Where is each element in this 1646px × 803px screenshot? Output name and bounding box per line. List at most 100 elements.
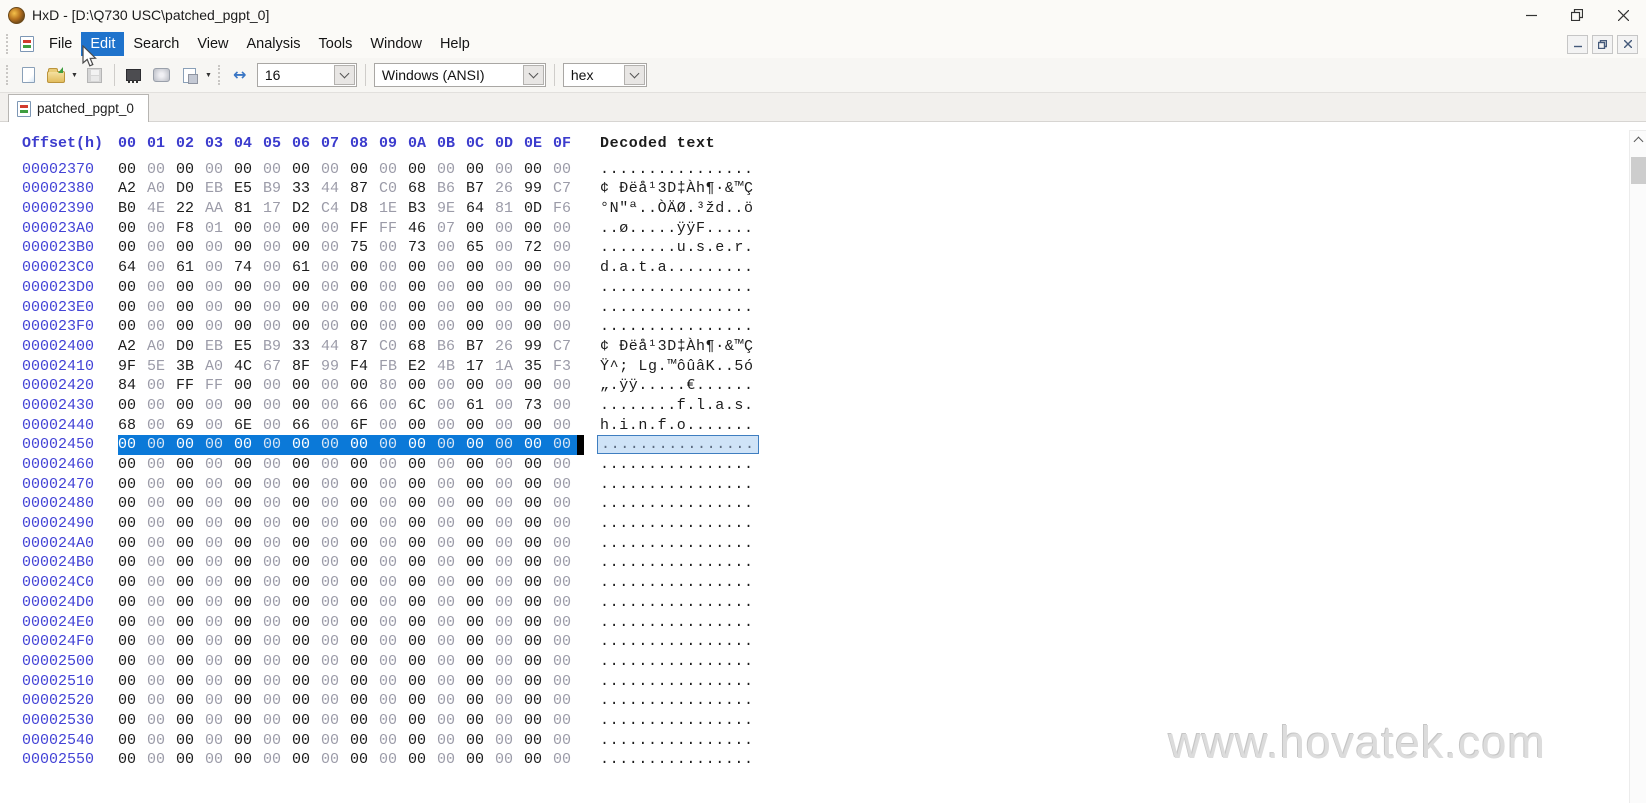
hex-byte[interactable]: 00 bbox=[524, 298, 553, 318]
decoded-text[interactable]: °N"ª..ÒÄØ.³žd..ö bbox=[600, 199, 754, 219]
chevron-down-icon[interactable] bbox=[333, 65, 355, 85]
hex-byte[interactable]: 00 bbox=[466, 219, 495, 239]
decoded-text[interactable]: ................ bbox=[600, 593, 754, 613]
hex-byte[interactable]: 00 bbox=[118, 711, 147, 731]
hex-byte[interactable]: 00 bbox=[524, 711, 553, 731]
hex-byte[interactable]: 00 bbox=[321, 298, 350, 318]
decoded-text[interactable]: ................ bbox=[600, 750, 754, 770]
hex-byte[interactable]: 00 bbox=[118, 317, 147, 337]
hex-byte[interactable]: 00 bbox=[524, 553, 553, 573]
hex-byte[interactable]: 00 bbox=[379, 160, 408, 180]
hex-byte[interactable]: 00 bbox=[495, 750, 524, 770]
hex-byte[interactable]: 65 bbox=[466, 238, 495, 258]
hex-byte[interactable]: 00 bbox=[466, 672, 495, 692]
hex-byte[interactable]: 00 bbox=[466, 258, 495, 278]
hex-byte[interactable]: 00 bbox=[524, 475, 553, 495]
hex-byte[interactable]: 00 bbox=[263, 632, 292, 652]
hex-byte[interactable]: 00 bbox=[466, 317, 495, 337]
hex-byte[interactable]: 00 bbox=[408, 376, 437, 396]
hex-byte[interactable]: 1A bbox=[495, 357, 524, 377]
hex-byte[interactable]: 00 bbox=[350, 711, 379, 731]
hex-byte[interactable]: 00 bbox=[379, 317, 408, 337]
hex-bytes[interactable]: 00 00 00 00 00 00 00 00 00 00 00 00 00 00 00 00 bbox=[118, 691, 584, 711]
hex-byte[interactable]: 00 bbox=[176, 317, 205, 337]
hex-bytes[interactable]: 00 00 00 00 00 00 00 00 00 00 00 00 00 00 00 00 bbox=[118, 672, 584, 692]
hex-byte[interactable]: 00 bbox=[466, 160, 495, 180]
hex-byte[interactable]: 00 bbox=[350, 317, 379, 337]
hex-byte[interactable]: 68 bbox=[408, 179, 437, 199]
hex-byte[interactable]: 00 bbox=[234, 238, 263, 258]
hex-byte[interactable]: 00 bbox=[466, 553, 495, 573]
hex-byte[interactable]: 00 bbox=[118, 652, 147, 672]
hex-byte[interactable]: 00 bbox=[263, 298, 292, 318]
hex-byte[interactable]: 00 bbox=[292, 672, 321, 692]
hex-byte[interactable]: 00 bbox=[118, 494, 147, 514]
hex-bytes[interactable]: 9F 5E 3B A0 4C 67 8F 99 F4 FB E2 4B 17 1A 35 F3 bbox=[118, 357, 584, 377]
hex-byte[interactable]: 00 bbox=[118, 593, 147, 613]
hex-byte[interactable]: 00 bbox=[466, 514, 495, 534]
hex-byte[interactable]: 00 bbox=[321, 494, 350, 514]
hex-byte[interactable]: 00 bbox=[234, 278, 263, 298]
hex-byte[interactable]: 00 bbox=[408, 750, 437, 770]
hex-byte[interactable]: 99 bbox=[321, 357, 350, 377]
hex-byte[interactable]: B6 bbox=[437, 179, 466, 199]
hex-byte[interactable]: 00 bbox=[437, 553, 466, 573]
hex-byte[interactable]: 00 bbox=[176, 613, 205, 633]
hex-byte[interactable]: 72 bbox=[524, 238, 553, 258]
hex-byte[interactable]: 00 bbox=[437, 573, 466, 593]
open-ram-button[interactable] bbox=[122, 62, 146, 88]
hex-byte[interactable]: 00 bbox=[553, 514, 582, 534]
hex-byte[interactable]: 00 bbox=[263, 435, 292, 455]
hex-byte[interactable]: 00 bbox=[408, 593, 437, 613]
hex-byte[interactable]: 00 bbox=[118, 750, 147, 770]
disk-image-dropdown-arrow-icon[interactable]: ▼ bbox=[205, 72, 212, 79]
hex-byte[interactable]: 00 bbox=[147, 435, 176, 455]
hex-bytes[interactable]: 00 00 00 00 00 00 00 00 00 00 00 00 00 00 00 00 bbox=[118, 278, 584, 298]
hex-byte[interactable]: 00 bbox=[205, 160, 234, 180]
mdi-restore-button[interactable] bbox=[1592, 34, 1613, 54]
hex-byte[interactable]: 3B bbox=[176, 357, 205, 377]
hex-byte[interactable]: 00 bbox=[408, 494, 437, 514]
open-disk-button[interactable] bbox=[150, 62, 174, 88]
hex-byte[interactable]: 00 bbox=[466, 731, 495, 751]
hex-byte[interactable]: 00 bbox=[205, 455, 234, 475]
hex-byte[interactable]: FF bbox=[176, 376, 205, 396]
hex-byte[interactable]: 00 bbox=[524, 494, 553, 514]
hex-bytes[interactable]: 00 00 00 00 00 00 00 00 00 00 00 00 00 00 00 00 bbox=[118, 435, 584, 456]
hex-byte[interactable]: 00 bbox=[234, 376, 263, 396]
hex-byte[interactable]: 00 bbox=[553, 238, 582, 258]
hex-byte[interactable]: 00 bbox=[263, 376, 292, 396]
decoded-text[interactable]: ................ bbox=[600, 298, 754, 318]
hex-byte[interactable]: 00 bbox=[495, 593, 524, 613]
hex-byte[interactable]: 00 bbox=[553, 691, 582, 711]
hex-bytes[interactable]: 00 00 00 00 00 00 00 00 00 00 00 00 00 00 00 00 bbox=[118, 750, 584, 770]
decoded-text[interactable]: ................ bbox=[600, 632, 754, 652]
hex-byte[interactable]: 00 bbox=[263, 416, 292, 436]
hex-byte[interactable]: 00 bbox=[147, 632, 176, 652]
decoded-text[interactable]: ¢ Ðëå¹3D‡Àh¶·&™Ç bbox=[600, 337, 754, 357]
hex-byte[interactable]: 64 bbox=[118, 258, 147, 278]
hex-byte[interactable]: 00 bbox=[205, 750, 234, 770]
hex-byte[interactable]: 00 bbox=[495, 613, 524, 633]
hex-byte[interactable]: 00 bbox=[321, 278, 350, 298]
hex-byte[interactable]: 00 bbox=[176, 160, 205, 180]
hex-byte[interactable]: EB bbox=[205, 179, 234, 199]
hex-bytes[interactable]: B0 4E 22 AA 81 17 D2 C4 D8 1E B3 9E 64 81 0D F6 bbox=[118, 199, 584, 219]
hex-byte[interactable]: 00 bbox=[205, 494, 234, 514]
hex-byte[interactable]: 00 bbox=[524, 534, 553, 554]
hex-byte[interactable]: 00 bbox=[437, 593, 466, 613]
hex-byte[interactable]: 00 bbox=[321, 691, 350, 711]
menu-item-file[interactable]: File bbox=[40, 32, 81, 56]
hex-byte[interactable]: FF bbox=[350, 219, 379, 239]
hex-byte[interactable]: 00 bbox=[466, 455, 495, 475]
hex-byte[interactable]: 00 bbox=[234, 731, 263, 751]
hex-byte[interactable]: 00 bbox=[176, 475, 205, 495]
hex-byte[interactable]: 00 bbox=[118, 219, 147, 239]
hex-byte[interactable]: E2 bbox=[408, 357, 437, 377]
hex-byte[interactable]: 00 bbox=[118, 475, 147, 495]
hex-byte[interactable]: 73 bbox=[408, 238, 437, 258]
hex-byte[interactable]: 00 bbox=[437, 396, 466, 416]
hex-byte[interactable]: 67 bbox=[263, 357, 292, 377]
hex-byte[interactable]: 00 bbox=[147, 494, 176, 514]
restore-button[interactable] bbox=[1554, 0, 1600, 30]
